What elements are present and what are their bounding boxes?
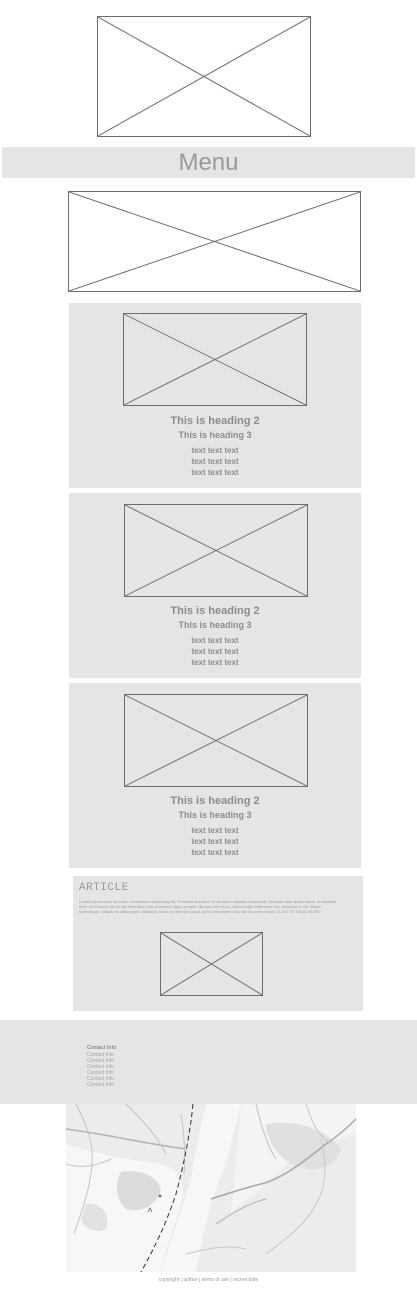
card-text-line: text text text bbox=[191, 457, 239, 466]
contact-info-item: Contact Info bbox=[87, 1082, 114, 1088]
article-body[interactable]: Lorem ipsum dolor sit amet, consectetur … bbox=[79, 899, 337, 914]
card-text-line: text text text bbox=[191, 826, 239, 835]
card-heading-3: This is heading 3 bbox=[178, 810, 252, 820]
card-heading-2: This is heading 2 bbox=[170, 605, 260, 617]
map[interactable] bbox=[66, 1104, 356, 1272]
copyright-line[interactable]: copyright | author | terms of use | rece… bbox=[0, 1277, 417, 1283]
contact-info-title: Contact Info bbox=[87, 1045, 117, 1051]
article-title: ARTICLE bbox=[79, 882, 129, 894]
card-heading-2: This is heading 2 bbox=[170, 795, 260, 807]
content-card: This is heading 2 This is heading 3 text… bbox=[69, 493, 361, 678]
card-image-placeholder bbox=[124, 694, 308, 787]
card-text-line: text text text bbox=[191, 848, 239, 857]
banner-image-placeholder bbox=[68, 191, 361, 292]
card-heading-3: This is heading 3 bbox=[178, 430, 252, 440]
card-text-line: text text text bbox=[191, 658, 239, 667]
content-card: This is heading 2 This is heading 3 text… bbox=[69, 303, 361, 488]
card-heading-2: This is heading 2 bbox=[170, 415, 260, 427]
card-text-line: text text text bbox=[191, 647, 239, 656]
map-graphic bbox=[66, 1104, 356, 1272]
menu-bar[interactable]: Menu bbox=[2, 147, 415, 178]
content-card: This is heading 2 This is heading 3 text… bbox=[69, 683, 361, 868]
card-image-placeholder bbox=[124, 504, 308, 597]
footer: Contact Info Contact Info Contact Info C… bbox=[0, 1020, 417, 1104]
card-text-line: text text text bbox=[191, 446, 239, 455]
menu-label[interactable]: Menu bbox=[178, 149, 238, 176]
article-image-placeholder bbox=[160, 932, 263, 996]
card-text-line: text text text bbox=[191, 636, 239, 645]
top-image-placeholder bbox=[97, 16, 311, 137]
card-image-placeholder bbox=[123, 313, 307, 406]
article-section: ARTICLE Lorem ipsum dolor sit amet, cons… bbox=[73, 876, 363, 1011]
card-heading-3: This is heading 3 bbox=[178, 620, 252, 630]
card-text-line: text text text bbox=[191, 468, 239, 477]
card-text-line: text text text bbox=[191, 837, 239, 846]
